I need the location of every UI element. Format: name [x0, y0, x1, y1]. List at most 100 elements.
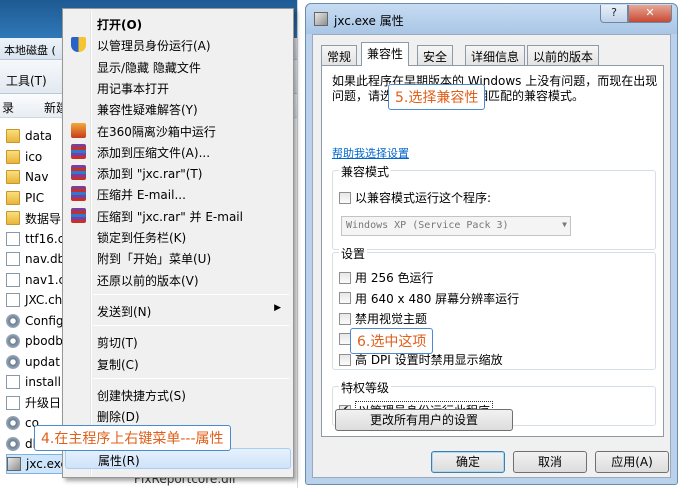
- settings-file-icon: [6, 354, 20, 369]
- file-name: data: [25, 129, 53, 143]
- settings-file-icon: [6, 416, 20, 430]
- checkbox-box[interactable]: [339, 271, 351, 284]
- settings-file-icon: [6, 313, 20, 328]
- close-button[interactable]: ✕: [628, 5, 672, 23]
- context-menu-item[interactable]: 添加到 "jxc.rar"(T): [65, 162, 291, 183]
- context-menu-item-label: 压缩到 "jxc.rar" 并 E-mail: [97, 209, 243, 224]
- context-menu-item[interactable]: 用记事本打开: [65, 77, 291, 98]
- context-menu-item[interactable]: 打开(O): [65, 13, 291, 34]
- compat-os-select[interactable]: Windows XP (Service Pack 3) ▼: [341, 216, 571, 236]
- toolbar-item-left[interactable]: 录: [2, 99, 14, 116]
- context-menu-item-label: 压缩并 E-mail...: [97, 188, 186, 203]
- tab-security[interactable]: 安全: [417, 45, 454, 65]
- menu-tools[interactable]: 工具(T): [6, 72, 47, 89]
- checkbox-box[interactable]: [339, 292, 351, 304]
- dialog-title-bar: jxc.exe 属性 ? ✕: [306, 4, 677, 34]
- file-item[interactable]: 升级日: [6, 393, 61, 413]
- document-icon: [6, 293, 20, 307]
- settings-file-icon: [6, 334, 20, 348]
- context-menu-item-label: 添加到压缩文件(A)...: [97, 145, 211, 160]
- context-menu-item[interactable]: 压缩并 E-mail...: [65, 183, 291, 204]
- file-item[interactable]: ico: [6, 147, 42, 167]
- file-item[interactable]: jxc.exe: [6, 454, 69, 474]
- ok-button[interactable]: 确定: [431, 451, 505, 473]
- context-menu-item-label: 附到「开始」菜单(U): [97, 252, 212, 267]
- context-menu-item[interactable]: 复制(C): [65, 353, 291, 374]
- file-name: install.: [25, 375, 65, 389]
- context-menu-item[interactable]: 压缩到 "jxc.rar" 并 E-mail: [65, 205, 291, 226]
- file-item[interactable]: updat: [6, 352, 60, 372]
- context-menu-item[interactable]: 创建快捷方式(S): [65, 384, 291, 405]
- winrar-icon: [71, 165, 86, 181]
- folder-icon: [6, 190, 20, 205]
- checkbox-box[interactable]: [339, 191, 351, 204]
- privilege-label: 特权等级: [339, 379, 392, 396]
- context-menu-item[interactable]: 在360隔离沙箱中运行: [65, 120, 291, 141]
- settings-checkbox[interactable]: 用 256 色运行: [339, 269, 434, 286]
- context-menu-item-label: 锁定到任务栏(K): [97, 231, 187, 245]
- file-name: nav.db: [25, 252, 66, 266]
- folder-icon: [6, 170, 20, 184]
- context-menu-item[interactable]: 兼容性疑难解答(Y): [65, 98, 291, 119]
- document-icon: [6, 252, 20, 266]
- context-menu-item[interactable]: 删除(D): [65, 405, 291, 426]
- context-menu-item-label: 添加到 "jxc.rar"(T): [97, 167, 203, 182]
- context-menu-item[interactable]: 附到「开始」菜单(U): [65, 247, 291, 268]
- checkbox-box[interactable]: [339, 312, 351, 325]
- context-menu-item[interactable]: 剪切(T): [65, 331, 291, 352]
- context-menu-item-label: 打开(O): [97, 18, 143, 32]
- uac-shield-icon: [71, 37, 86, 53]
- file-item[interactable]: JXC.ch: [6, 290, 62, 310]
- 360-sandbox-icon: [71, 122, 86, 138]
- document-icon: [6, 231, 20, 246]
- file-item[interactable]: 数据导: [6, 208, 61, 228]
- context-menu-item[interactable]: 显示/隐藏 隐藏文件: [65, 56, 291, 77]
- file-name: pbodb: [25, 334, 63, 348]
- cancel-button[interactable]: 取消: [513, 451, 587, 473]
- file-item[interactable]: nav.db: [6, 249, 65, 269]
- context-menu-item[interactable]: 还原以前的版本(V): [65, 269, 291, 290]
- help-choose-link[interactable]: 帮助我选择设置: [332, 145, 409, 161]
- context-menu-item-label: 以管理员身份运行(A): [97, 39, 211, 54]
- context-menu-item[interactable]: 以管理员身份运行(A): [65, 34, 291, 55]
- winrar-icon: [71, 186, 86, 202]
- context-menu-item[interactable]: 锁定到任务栏(K): [65, 226, 291, 247]
- file-item[interactable]: Nav: [6, 167, 48, 187]
- folder-icon: [6, 129, 20, 143]
- help-button[interactable]: ?: [600, 5, 628, 23]
- file-item[interactable]: pbodb: [6, 331, 63, 351]
- settings-file-icon: [6, 436, 20, 451]
- file-item[interactable]: PIC: [6, 188, 44, 208]
- address-text: 本地磁盘 (: [4, 44, 56, 57]
- settings-checkbox[interactable]: 用 640 x 480 屏幕分辨率运行: [339, 290, 519, 307]
- context-menu-item-label: 兼容性疑难解答(Y): [97, 103, 198, 118]
- settings-checkbox[interactable]: 禁用视觉主题: [339, 310, 427, 327]
- file-name: ttf16.c: [25, 231, 65, 246]
- menu-separator: [93, 325, 289, 327]
- tab-compatibility[interactable]: 兼容性: [361, 42, 410, 66]
- file-name: updat: [25, 354, 60, 369]
- document-icon: [6, 395, 20, 410]
- settings-checkbox-label: 禁用视觉主题: [355, 312, 428, 326]
- checkbox-box[interactable]: [339, 353, 351, 366]
- context-menu-item[interactable]: 添加到压缩文件(A)...: [65, 141, 291, 162]
- file-name: 数据导: [25, 211, 62, 226]
- tab-details[interactable]: 详细信息: [465, 45, 526, 65]
- tab-general[interactable]: 常规: [321, 45, 358, 65]
- context-menu: 打开(O) 以管理员身份运行(A) 显示/隐藏 隐藏文件 用记事本打开兼容性疑难解答(…: [62, 8, 294, 478]
- context-menu-item[interactable]: 发送到(N) ▶: [65, 300, 291, 321]
- apply-button[interactable]: 应用(A): [595, 451, 669, 473]
- file-item[interactable]: install.: [6, 372, 65, 392]
- compat-mode-checkbox[interactable]: 以兼容模式运行这个程序:: [339, 189, 491, 206]
- context-menu-item-label: 属性(R): [98, 453, 140, 468]
- change-all-users-button[interactable]: 更改所有用户的设置: [335, 409, 513, 431]
- tab-previous-versions[interactable]: 以前的版本: [527, 45, 600, 65]
- file-item[interactable]: Config: [6, 311, 64, 331]
- callout-step4: 4.在主程序上右键菜单---属性: [34, 425, 231, 451]
- file-item[interactable]: data: [6, 126, 52, 146]
- file-item[interactable]: nav1.c: [6, 270, 65, 290]
- file-name: 升级日: [25, 396, 62, 410]
- context-menu-item-label: 删除(D): [97, 410, 140, 425]
- file-name: PIC: [25, 190, 45, 205]
- file-item[interactable]: ttf16.c: [6, 229, 64, 249]
